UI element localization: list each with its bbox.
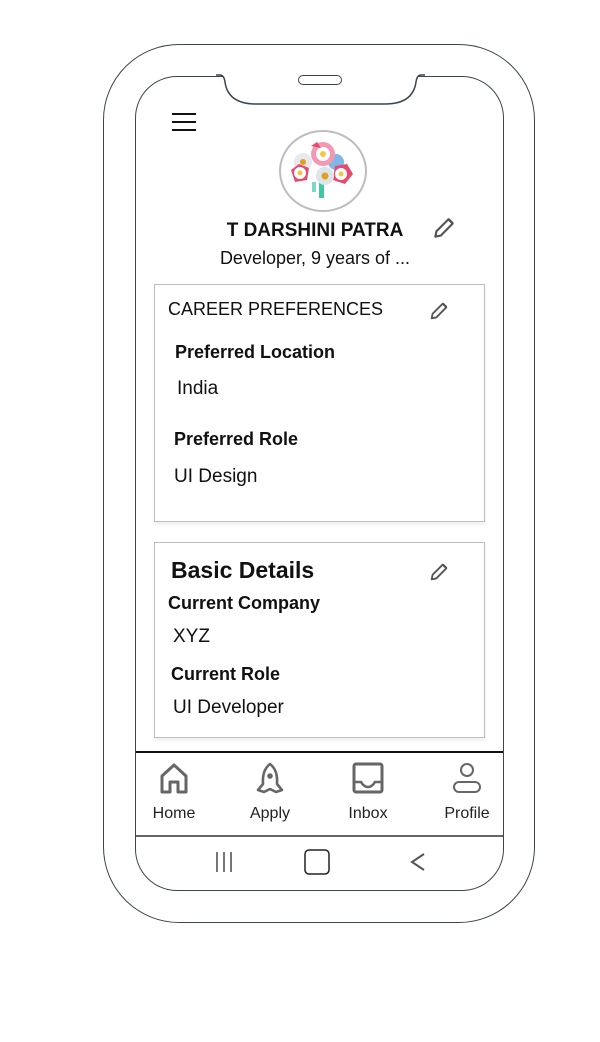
nav-label-inbox: Inbox bbox=[348, 805, 388, 822]
recent-apps-icon[interactable] bbox=[214, 850, 236, 874]
nav-label-profile: Profile bbox=[444, 805, 490, 822]
nav-label-apply: Apply bbox=[249, 805, 291, 822]
preferred-role-label: Preferred Role bbox=[174, 429, 299, 449]
edit-profile-pencil-icon[interactable] bbox=[431, 215, 457, 241]
current-company-label: Current Company bbox=[168, 593, 321, 613]
nav-item-inbox[interactable]: Inbox bbox=[328, 760, 408, 830]
edit-basic-details-pencil-icon[interactable] bbox=[428, 561, 450, 583]
home-icon bbox=[160, 763, 188, 794]
current-role-value: UI Developer bbox=[173, 697, 284, 718]
flower-bouquet-avatar bbox=[291, 142, 353, 198]
current-company-value: XYZ bbox=[173, 626, 210, 647]
phone-speaker bbox=[298, 75, 342, 85]
preferred-role-value: UI Design bbox=[174, 466, 258, 487]
profile-subtitle: Developer, 9 years of ... bbox=[219, 248, 411, 268]
basic-details-title: Basic Details bbox=[171, 557, 315, 583]
system-nav-divider bbox=[136, 835, 503, 837]
nav-item-profile[interactable]: Profile bbox=[427, 760, 507, 830]
rocket-icon bbox=[256, 762, 284, 794]
user-icon bbox=[453, 763, 481, 793]
preferred-location-value: India bbox=[177, 378, 219, 399]
nav-label-home: Home bbox=[152, 805, 196, 822]
edit-career-preferences-pencil-icon[interactable] bbox=[428, 300, 450, 322]
nav-item-apply[interactable]: Apply bbox=[230, 760, 310, 830]
preferred-location-label: Preferred Location bbox=[175, 342, 336, 362]
inbox-icon bbox=[352, 762, 384, 794]
home-square-icon[interactable] bbox=[303, 848, 331, 876]
profile-avatar[interactable] bbox=[279, 130, 367, 212]
profile-name: T DARSHINI PATRA bbox=[226, 220, 404, 241]
hamburger-menu-icon[interactable] bbox=[172, 112, 196, 132]
career-preferences-title: CAREER PREFERENCES bbox=[168, 299, 384, 319]
back-chevron-icon[interactable] bbox=[408, 850, 428, 874]
bottom-nav-divider bbox=[136, 751, 503, 753]
nav-item-home[interactable]: Home bbox=[134, 760, 214, 830]
current-role-label: Current Role bbox=[171, 664, 281, 684]
